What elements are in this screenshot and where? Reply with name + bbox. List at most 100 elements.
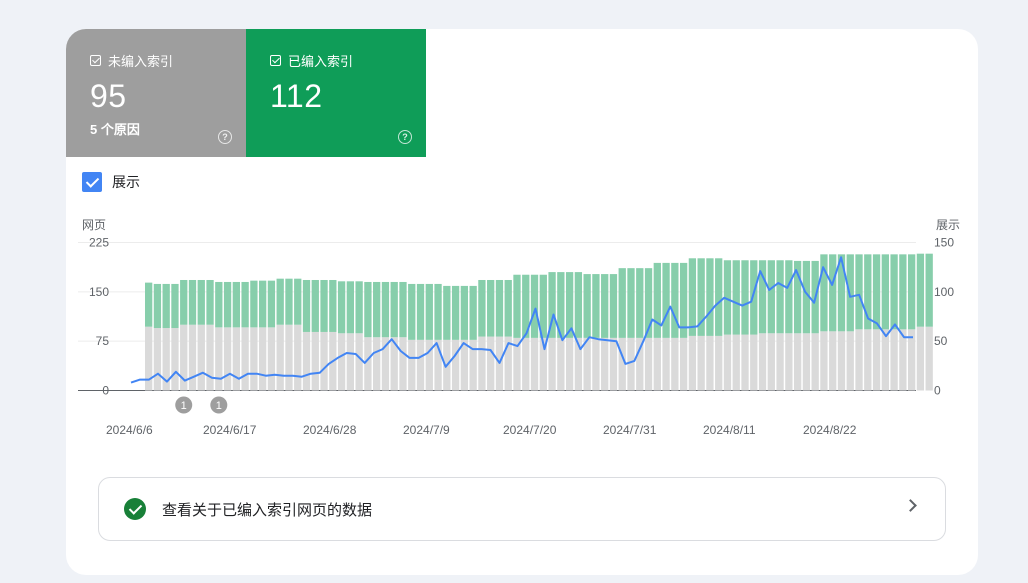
- left-tick-label: 75: [96, 334, 110, 348]
- x-tick-label: 2024/8/11: [703, 423, 756, 437]
- bar-not-indexed: [267, 327, 276, 391]
- bar-not-indexed: [881, 329, 889, 391]
- bar-indexed: [425, 283, 433, 340]
- bar-indexed: [381, 281, 390, 338]
- view-indexed-data-text: 查看关于已编入索引网页的数据: [162, 501, 373, 519]
- bar-indexed: [259, 280, 267, 328]
- right-tick-label: 50: [934, 334, 948, 348]
- bar-indexed: [820, 254, 828, 332]
- bar-indexed: [907, 254, 916, 330]
- bar-not-indexed: [662, 337, 670, 391]
- bar-indexed: [180, 279, 188, 325]
- bar-not-indexed: [285, 324, 293, 391]
- bar-indexed: [162, 283, 170, 329]
- bar-not-indexed: [688, 335, 697, 391]
- bar-not-indexed: [583, 337, 591, 391]
- bar-indexed: [276, 278, 284, 325]
- bar-indexed: [408, 283, 416, 340]
- left-tick-label: 0: [102, 384, 109, 398]
- bar-indexed: [688, 258, 697, 336]
- bar-indexed: [916, 253, 925, 327]
- x-tick-label: 2024/6/17: [203, 423, 257, 437]
- bar-indexed: [899, 254, 907, 330]
- x-tick-label: 2024/6/6: [106, 423, 153, 437]
- bar-indexed: [337, 281, 346, 334]
- bar-not-indexed: [250, 327, 258, 391]
- bar-not-indexed: [302, 331, 311, 391]
- bar-not-indexed: [793, 333, 802, 391]
- bar-not-indexed: [294, 324, 302, 391]
- bar-not-indexed: [907, 329, 916, 391]
- annotation-label: 1: [181, 400, 187, 412]
- bar-not-indexed: [653, 337, 661, 391]
- bar-indexed: [320, 279, 328, 332]
- bar-indexed: [583, 274, 591, 338]
- bar-not-indexed: [767, 333, 775, 391]
- bar-not-indexed: [837, 331, 846, 391]
- bar-indexed: [232, 281, 240, 328]
- bar-not-indexed: [416, 339, 425, 391]
- bar-not-indexed: [811, 333, 819, 391]
- bar-indexed: [145, 282, 153, 327]
- bar-indexed: [881, 254, 889, 330]
- check-circle-icon: [124, 498, 146, 520]
- bar-indexed: [416, 283, 425, 340]
- bar-not-indexed: [399, 337, 407, 391]
- bar-not-indexed: [171, 328, 179, 391]
- bar-indexed: [478, 279, 486, 337]
- bar-not-indexed: [565, 337, 574, 391]
- bar-not-indexed: [627, 337, 635, 391]
- bar-indexed: [311, 279, 319, 332]
- bar-not-indexed: [241, 327, 249, 391]
- bar-not-indexed: [346, 333, 355, 391]
- bar-indexed: [241, 281, 249, 328]
- right-tick-label: 100: [934, 285, 954, 299]
- bar-not-indexed: [916, 326, 925, 391]
- bar-not-indexed: [671, 337, 679, 391]
- annotation-label: 1: [216, 400, 222, 412]
- bar-not-indexed: [925, 326, 933, 391]
- chevron-right-icon: [904, 499, 917, 512]
- bar-indexed: [469, 285, 477, 340]
- bar-indexed: [662, 262, 670, 338]
- bar-indexed: [504, 279, 512, 337]
- bar-indexed: [188, 279, 197, 325]
- bar-indexed: [434, 283, 442, 340]
- right-tick-label: 150: [934, 236, 954, 250]
- bar-not-indexed: [311, 331, 319, 391]
- x-tick-label: 2024/6/28: [303, 423, 357, 437]
- bar-not-indexed: [522, 337, 530, 391]
- bar-not-indexed: [320, 331, 328, 391]
- x-tick-label: 2024/8/22: [803, 423, 857, 437]
- view-indexed-data-link[interactable]: 查看关于已编入索引网页的数据: [98, 477, 946, 541]
- bar-not-indexed: [145, 326, 153, 391]
- bar-indexed: [653, 262, 661, 338]
- bar-indexed: [171, 283, 179, 329]
- bar-indexed: [530, 274, 539, 338]
- bar-indexed: [153, 283, 162, 329]
- bar-indexed: [767, 260, 775, 334]
- bar-not-indexed: [259, 327, 267, 391]
- bar-not-indexed: [206, 324, 214, 391]
- bar-not-indexed: [276, 324, 284, 391]
- bar-not-indexed: [732, 334, 740, 391]
- x-tick-label: 2024/7/20: [503, 423, 557, 437]
- bar-indexed: [855, 254, 863, 330]
- bar-not-indexed: [373, 337, 381, 391]
- bar-not-indexed: [530, 337, 539, 391]
- bar-not-indexed: [188, 324, 197, 391]
- bar-not-indexed: [785, 333, 793, 391]
- bar-indexed: [346, 281, 355, 334]
- bar-not-indexed: [872, 329, 881, 391]
- bar-indexed: [741, 260, 749, 335]
- bar-indexed: [390, 281, 398, 338]
- bar-not-indexed: [592, 337, 600, 391]
- bar-not-indexed: [487, 336, 495, 391]
- bar-not-indexed: [478, 336, 486, 391]
- bar-indexed: [285, 278, 293, 325]
- bar-indexed: [294, 278, 302, 325]
- bar-not-indexed: [741, 334, 749, 391]
- right-axis-title: 展示: [936, 218, 960, 232]
- bar-not-indexed: [197, 324, 205, 391]
- bar-not-indexed: [232, 327, 240, 391]
